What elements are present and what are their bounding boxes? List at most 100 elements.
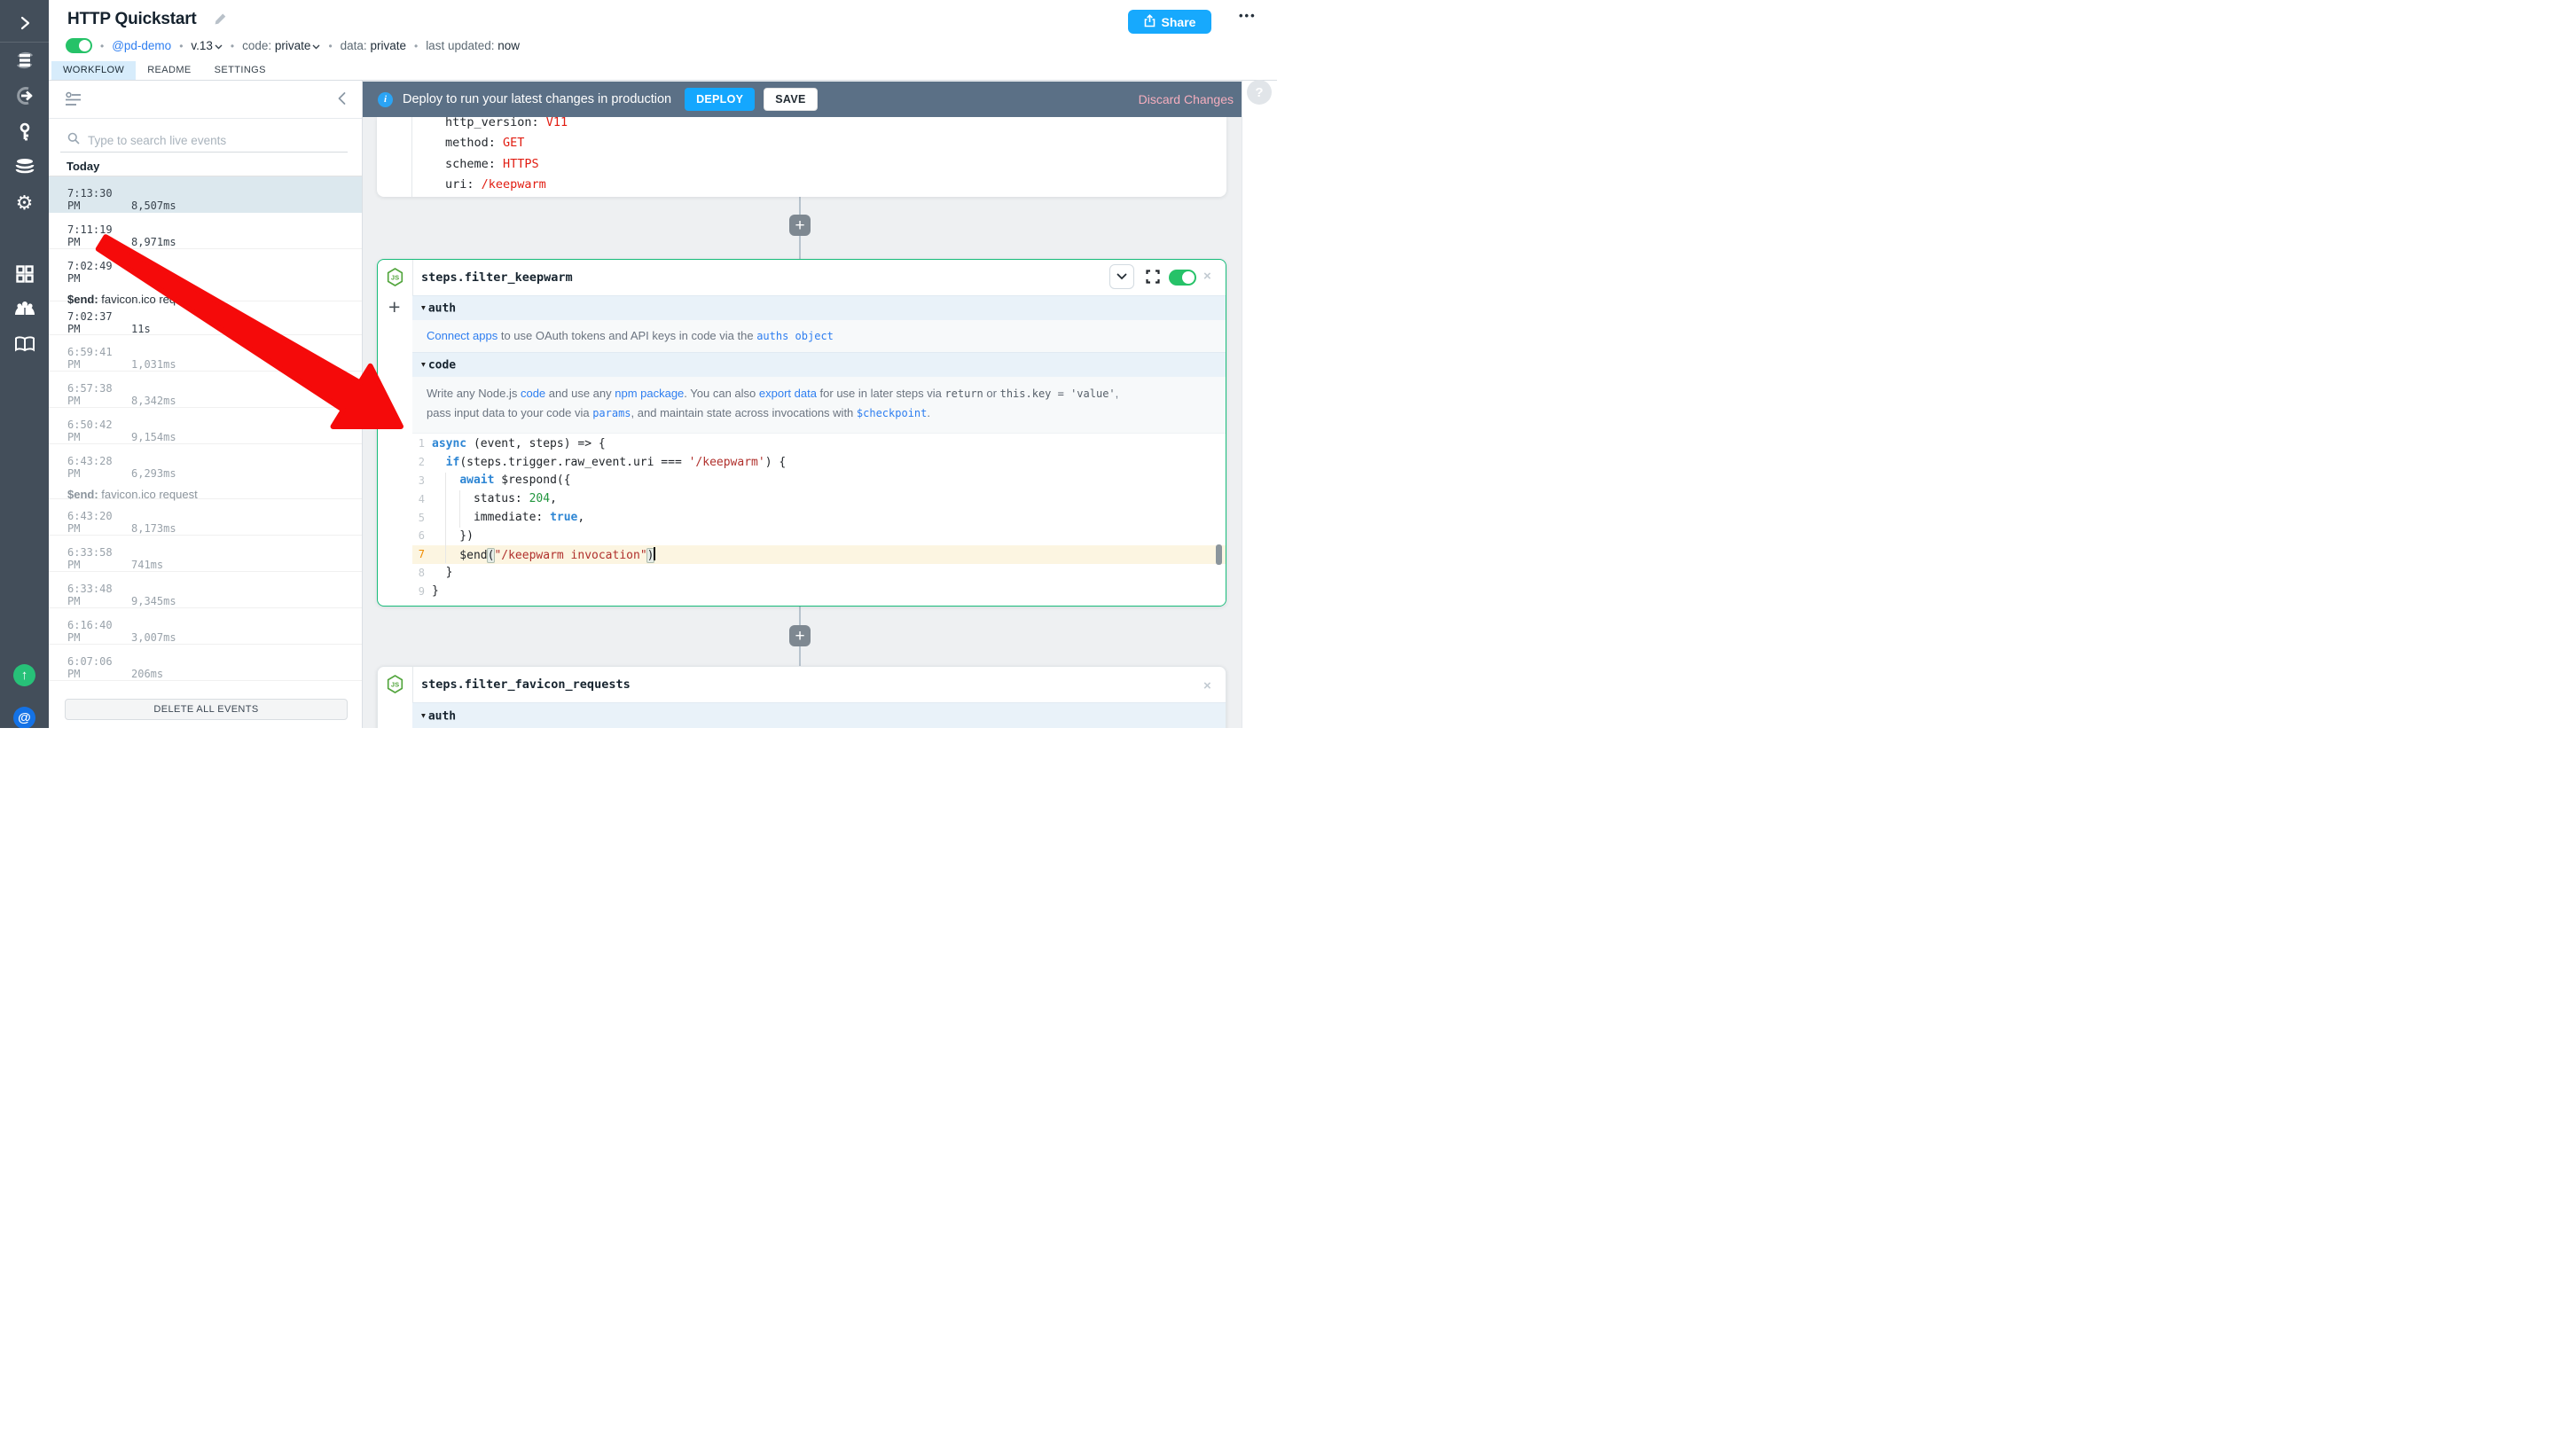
event-row[interactable]: 7:02:37 PM11s	[49, 301, 362, 335]
step-name: steps.filter_favicon_requests	[421, 677, 631, 692]
trigger-step-card[interactable]: http_version: V11method: GETscheme: HTTP…	[377, 117, 1226, 197]
deploy-button[interactable]: DEPLOY	[685, 88, 755, 111]
docs-book-icon[interactable]	[13, 333, 35, 355]
doc-link[interactable]: params	[592, 407, 631, 419]
step-actions-dropdown[interactable]	[1109, 264, 1134, 289]
add-step-inline-icon[interactable]: +	[388, 295, 400, 319]
community-icon[interactable]	[13, 297, 35, 319]
event-row[interactable]: 6:43:28 PM6,293ms$end: favicon.ico reque…	[49, 444, 362, 499]
workflow-canvas: i Deploy to run your latest changes in p…	[363, 81, 1277, 728]
tab-settings[interactable]: SETTINGS	[203, 61, 278, 80]
editor-scrollbar-thumb[interactable]	[1216, 544, 1222, 565]
event-row[interactable]: 6:57:38 PM8,342ms	[49, 372, 362, 408]
edit-title-icon[interactable]	[214, 12, 227, 30]
event-time: 6:50:42 PM	[67, 419, 131, 443]
expand-sidebar-icon[interactable]	[13, 12, 35, 34]
data-stores-icon[interactable]	[13, 155, 35, 177]
data-visibility: data: private	[341, 39, 406, 52]
svg-text:JS: JS	[391, 274, 399, 282]
line-number: 2	[412, 456, 425, 468]
close-step-icon[interactable]: ×	[1203, 678, 1211, 693]
event-duration: 8,342ms	[131, 395, 176, 407]
apps-grid-icon[interactable]	[13, 262, 35, 285]
event-time: 7:02:49 PM	[67, 260, 131, 285]
code-line[interactable]: 8 }	[412, 564, 1226, 583]
filter-keepwarm-step-card[interactable]: JS steps.filter_keepwarm ×	[377, 259, 1226, 607]
doc-link[interactable]: Connect apps	[427, 329, 497, 342]
more-menu-button[interactable]: •••	[1239, 9, 1257, 22]
accounts-key-icon[interactable]	[13, 121, 35, 143]
auth-section-header[interactable]: ▼auth	[412, 295, 1226, 320]
fullscreen-icon[interactable]	[1146, 270, 1160, 288]
code-section-header[interactable]: ▼code	[412, 352, 1226, 377]
code-line[interactable]: 4 status: 204,	[412, 489, 1226, 508]
search-live-events-input[interactable]: Type to search live events	[60, 129, 348, 153]
svg-text:JS: JS	[391, 681, 399, 689]
event-row[interactable]: 6:16:40 PM3,007ms	[49, 608, 362, 645]
save-button[interactable]: SAVE	[764, 88, 817, 111]
code-line[interactable]: 9}	[412, 582, 1226, 600]
tab-readme[interactable]: README	[136, 61, 202, 80]
step-name: steps.filter_keepwarm	[421, 270, 573, 285]
event-time: 6:33:58 PM	[67, 546, 131, 571]
event-row[interactable]: 6:07:06 PM206ms	[49, 645, 362, 681]
close-step-icon[interactable]: ×	[1203, 269, 1211, 284]
step-header: JS steps.filter_favicon_requests ×	[378, 667, 1226, 702]
owner-link[interactable]: @pd-demo	[112, 39, 171, 52]
code-line[interactable]: 6 })	[412, 527, 1226, 545]
code-editor[interactable]: 1async (event, steps) => {2 if(steps.tri…	[412, 433, 1226, 606]
code-line[interactable]: 5 immediate: true,	[412, 508, 1226, 527]
event-duration: 741ms	[131, 559, 163, 571]
delete-all-events-button[interactable]: DELETE ALL EVENTS	[65, 699, 348, 720]
code-line[interactable]: 7 $end("/keepwarm invocation")	[412, 545, 1226, 564]
doc-link[interactable]: code	[521, 387, 545, 400]
trigger-event-field: http_version: V11	[445, 117, 568, 133]
add-step-button[interactable]: +	[789, 625, 811, 646]
event-time: 7:02:37 PM	[67, 310, 131, 335]
step-header: JS steps.filter_keepwarm ×	[378, 260, 1226, 295]
add-step-button[interactable]: +	[789, 215, 811, 236]
discard-changes-button[interactable]: Discard Changes	[1139, 92, 1234, 106]
doc-link[interactable]: $checkpoint	[857, 407, 927, 419]
event-row[interactable]: 6:33:58 PM741ms	[49, 536, 362, 572]
upgrade-icon[interactable]: ↑	[13, 664, 35, 686]
event-sources-icon[interactable]	[13, 84, 35, 106]
event-row[interactable]: 6:50:42 PM9,154ms	[49, 408, 362, 444]
event-row[interactable]: 7:11:19 PM8,971ms	[49, 213, 362, 249]
rail-divider	[0, 42, 49, 43]
page-title: HTTP Quickstart	[67, 10, 197, 29]
trigger-event-field: scheme: HTTPS	[445, 154, 568, 175]
filter-favicon-step-card[interactable]: JS steps.filter_favicon_requests × ▼auth	[377, 666, 1226, 728]
help-button[interactable]: ?	[1247, 80, 1272, 105]
code-visibility-select[interactable]: code: private	[242, 39, 320, 52]
doc-link[interactable]: export data	[759, 387, 817, 400]
code-section-description: Write any Node.js code and use any npm p…	[412, 377, 1226, 433]
doc-link[interactable]: auths object	[756, 330, 834, 342]
tab-workflow[interactable]: WORKFLOW	[51, 61, 136, 80]
doc-link[interactable]: npm package	[615, 387, 684, 400]
share-button[interactable]: Share	[1128, 10, 1211, 34]
settings-gear-icon[interactable]: ⚙	[13, 192, 35, 214]
code-line[interactable]: 3 await $respond({	[412, 472, 1226, 490]
event-row[interactable]: 7:13:30 PM8,507ms	[49, 176, 362, 213]
workflow-active-toggle[interactable]	[66, 38, 92, 53]
workflows-icon[interactable]	[13, 49, 35, 71]
event-row[interactable]: 6:33:48 PM9,345ms	[49, 572, 362, 608]
code-line[interactable]: 1async (event, steps) => {	[412, 434, 1226, 453]
event-duration: 1,031ms	[131, 358, 176, 371]
event-row[interactable]: 6:59:41 PM1,031ms	[49, 335, 362, 372]
filter-events-icon[interactable]	[65, 91, 82, 112]
auth-section-header[interactable]: ▼auth	[412, 702, 1226, 728]
event-time: 6:33:48 PM	[67, 583, 131, 607]
version-select[interactable]: v.13	[191, 39, 223, 52]
collapse-panel-icon[interactable]	[337, 91, 347, 110]
event-row[interactable]: 7:02:49 PM$end: favicon.ico request	[49, 249, 362, 301]
step-enabled-toggle[interactable]	[1169, 270, 1196, 286]
workflow-header: HTTP Quickstart • @pd-demo • v.13 • code…	[49, 0, 1277, 81]
event-duration: 3,007ms	[131, 631, 176, 644]
app-icon-rail: ⚙ ↑ @	[0, 0, 49, 728]
indent-guide	[445, 473, 446, 563]
support-mention-icon[interactable]: @	[13, 707, 35, 728]
event-row[interactable]: 6:43:20 PM8,173ms	[49, 499, 362, 536]
code-line[interactable]: 2 if(steps.trigger.raw_event.uri === '/k…	[412, 453, 1226, 472]
